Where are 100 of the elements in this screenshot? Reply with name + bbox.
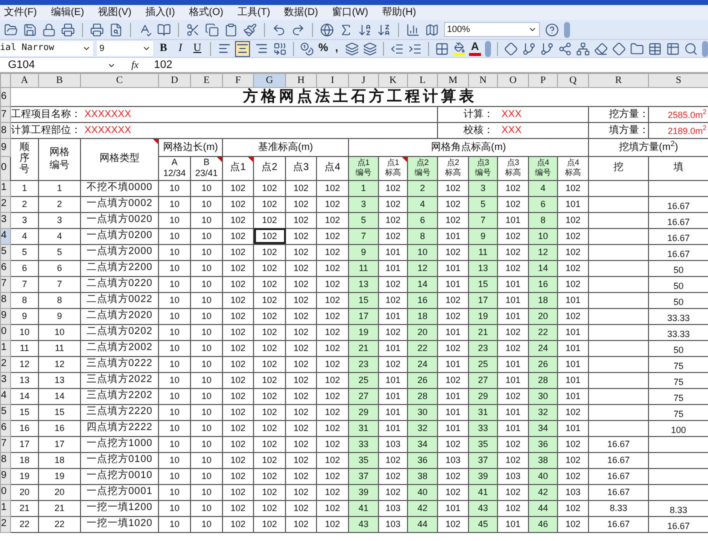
function-button[interactable]: fx [120, 58, 150, 72]
row-header[interactable]: 5 [0, 404, 10, 420]
clipboard-icon[interactable] [224, 22, 238, 36]
row-header[interactable]: 4 [0, 388, 10, 404]
menu-item[interactable]: 窗口(W) [332, 5, 368, 20]
column-header[interactable]: E [190, 74, 222, 88]
printer-icon[interactable] [61, 22, 75, 36]
column-header[interactable]: H [286, 74, 316, 88]
eraser-icon[interactable] [594, 42, 608, 56]
row-header[interactable]: 7 [0, 276, 10, 292]
row-header[interactable]: 0 [0, 484, 10, 500]
row-header[interactable]: 3 [0, 372, 10, 388]
row-header[interactable]: 8 [0, 292, 10, 308]
column-header[interactable]: O [498, 74, 528, 88]
column-header[interactable]: G [254, 74, 286, 88]
style-button[interactable]: U [190, 41, 204, 56]
table-icon[interactable] [666, 42, 680, 56]
column-header[interactable]: B [38, 74, 80, 88]
menu-item[interactable]: 编辑(E) [50, 5, 84, 20]
font-color-button[interactable]: A [469, 42, 481, 56]
column-header[interactable]: K [378, 74, 408, 88]
column-header[interactable]: M [438, 74, 468, 88]
book-icon[interactable] [157, 22, 171, 36]
redo-icon[interactable] [291, 22, 305, 36]
toolbar-grip[interactable] [564, 22, 570, 38]
toolbar-grip[interactable] [485, 40, 491, 56]
paintbrush-icon[interactable] [243, 22, 257, 36]
printer-icon[interactable] [90, 22, 104, 36]
row-header[interactable]: 2 [0, 196, 10, 212]
row-header[interactable]: 1 [0, 180, 10, 196]
row-header[interactable]: 2 [0, 356, 10, 372]
globe-icon[interactable] [320, 22, 334, 36]
scissors-icon[interactable] [186, 22, 200, 36]
zoom-dropdown[interactable]: 100% [444, 22, 540, 37]
table-icon[interactable] [648, 42, 662, 56]
share-icon[interactable] [558, 42, 572, 56]
row-header[interactable]: 7 [0, 436, 10, 452]
row-header[interactable]: 0 [0, 156, 10, 180]
search-icon[interactable] [684, 42, 698, 56]
spellcheck-icon[interactable] [138, 22, 152, 36]
currency-icon[interactable] [300, 42, 314, 56]
formula-input[interactable]: 102 [150, 56, 708, 74]
menu-item[interactable]: 插入(I) [145, 5, 175, 20]
column-header[interactable]: Q [558, 74, 588, 88]
column-header[interactable]: I [316, 74, 348, 88]
indent-increase-icon[interactable] [408, 42, 422, 56]
network-icon[interactable] [576, 42, 590, 56]
comma-button[interactable]: , [332, 40, 341, 57]
column-header[interactable]: R [588, 74, 648, 88]
undo-icon[interactable] [272, 22, 286, 36]
lock-icon[interactable] [42, 22, 56, 36]
column-header[interactable]: D [158, 74, 190, 88]
column-header[interactable]: S [648, 74, 708, 88]
row-header[interactable]: 8 [0, 122, 10, 138]
sort-descending-icon[interactable] [377, 22, 391, 36]
menu-item[interactable]: 数据(D) [284, 5, 318, 20]
save-icon[interactable] [23, 22, 37, 36]
row-header[interactable]: 3 [0, 212, 10, 228]
folder-icon[interactable] [630, 42, 644, 56]
branch-icon[interactable] [522, 42, 536, 56]
branch-icon[interactable] [540, 42, 554, 56]
style-button[interactable]: B [157, 41, 170, 56]
column-header[interactable]: L [408, 74, 438, 88]
row-header[interactable]: 7 [0, 106, 10, 122]
style-button[interactable]: I [174, 41, 187, 56]
toolbar-grip[interactable] [702, 40, 708, 56]
sigma-icon[interactable] [339, 22, 353, 36]
menu-item[interactable]: 视图(V) [98, 5, 132, 20]
row-header[interactable]: 9 [0, 308, 10, 324]
folder-icon[interactable] [4, 22, 18, 36]
menu-item[interactable]: 格式(O) [188, 5, 224, 20]
preview-icon[interactable] [109, 22, 123, 36]
align-button[interactable] [235, 40, 250, 56]
column-header[interactable]: A [10, 74, 38, 88]
column-header[interactable]: N [468, 74, 498, 88]
menu-item[interactable]: 工具(T) [237, 5, 270, 20]
row-header[interactable]: 4 [0, 228, 10, 244]
copy-icon[interactable] [205, 22, 219, 36]
help-icon[interactable] [545, 22, 559, 36]
diamond-icon[interactable] [612, 42, 626, 56]
fill-color-icon[interactable] [453, 42, 465, 56]
row-header[interactable]: 6 [0, 260, 10, 276]
menu-item[interactable]: 文件(F) [4, 5, 37, 20]
name-box[interactable]: G104 [0, 56, 120, 74]
column-header[interactable]: C [80, 74, 158, 88]
row-header[interactable]: 2 [0, 516, 10, 532]
row-header[interactable]: 6 [0, 420, 10, 436]
percent-button[interactable]: % [318, 40, 328, 57]
column-header[interactable]: F [222, 74, 254, 88]
size-dropdown[interactable]: 9 [97, 41, 153, 56]
row-header[interactable]: 0 [0, 324, 10, 340]
row-header[interactable]: 9 [0, 468, 10, 484]
row-header[interactable]: 8 [0, 452, 10, 468]
column-header[interactable]: P [528, 74, 558, 88]
row-header[interactable]: 9 [0, 138, 10, 156]
bar-chart-icon[interactable] [406, 22, 420, 36]
column-header[interactable]: J [348, 74, 378, 88]
menu-item[interactable]: 帮助(H) [382, 5, 416, 20]
indent-decrease-icon[interactable] [390, 42, 404, 56]
map-icon[interactable] [425, 22, 439, 36]
